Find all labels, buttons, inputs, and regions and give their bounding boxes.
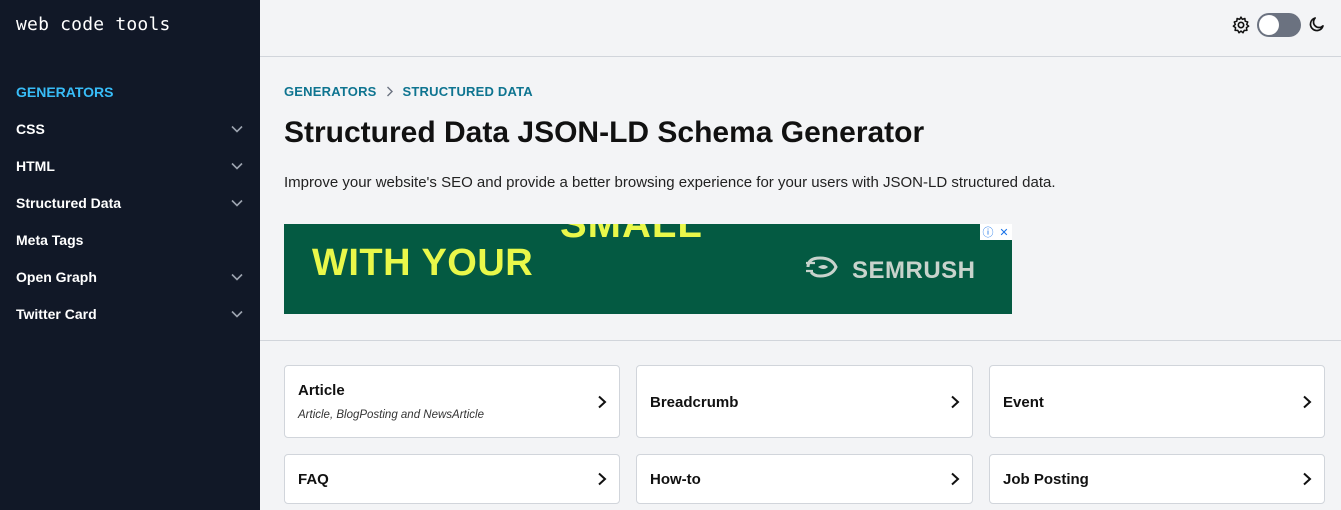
- card-title: How-to: [650, 471, 701, 488]
- ad-info-icon[interactable]: ⓘ: [980, 224, 996, 240]
- semrush-logo-icon: [806, 255, 846, 286]
- top-bar: [260, 0, 1341, 57]
- sidebar-item-css[interactable]: CSS: [0, 110, 260, 147]
- card-title: Breadcrumb: [650, 394, 739, 411]
- breadcrumb: GENERATORS STRUCTURED DATA: [284, 84, 533, 99]
- card-how-to[interactable]: How-to: [636, 454, 973, 504]
- ad-close-icon[interactable]: ✕: [996, 224, 1012, 240]
- card-faq[interactable]: FAQ: [284, 454, 620, 504]
- sidebar-item-meta-tags[interactable]: Meta Tags: [0, 221, 260, 258]
- theme-toggle[interactable]: [1257, 13, 1301, 37]
- sidebar-item-label: HTML: [16, 157, 55, 174]
- chevron-right-icon: [1300, 395, 1314, 409]
- chevron-right-icon: [386, 86, 394, 97]
- sidebar-nav: CSS HTML Structured Data Meta Tags Open …: [0, 110, 260, 332]
- ad-headline: WITH YOUR: [312, 242, 534, 284]
- card-job-posting[interactable]: Job Posting: [989, 454, 1325, 504]
- chevron-right-icon: [595, 395, 609, 409]
- breadcrumb-item-generators[interactable]: GENERATORS: [284, 84, 377, 99]
- chevron-down-icon: [230, 122, 244, 136]
- toggle-knob: [1259, 15, 1279, 35]
- chevron-right-icon: [948, 395, 962, 409]
- sidebar: web code tools GENERATORS CSS HTML Struc…: [0, 0, 260, 510]
- chevron-right-icon: [595, 472, 609, 486]
- page-description: Improve your website's SEO and provide a…: [284, 174, 1056, 191]
- page-title: Structured Data JSON-LD Schema Generator: [284, 116, 925, 149]
- card-subtitle: Article, BlogPosting and NewsArticle: [298, 409, 484, 421]
- card-title: Job Posting: [1003, 471, 1089, 488]
- section-divider: [260, 340, 1341, 341]
- chevron-down-icon: [230, 196, 244, 210]
- sidebar-section-label: GENERATORS: [16, 84, 114, 100]
- sidebar-item-html[interactable]: HTML: [0, 147, 260, 184]
- card-event[interactable]: Event: [989, 365, 1325, 438]
- advertisement-banner[interactable]: SMALL WITH YOUR SEMRUSH ⓘ ✕: [284, 224, 1012, 314]
- chevron-right-icon: [948, 472, 962, 486]
- ad-brand: SEMRUSH: [806, 255, 976, 286]
- site-logo[interactable]: web code tools: [16, 14, 171, 35]
- card-title: Event: [1003, 394, 1044, 411]
- card-title: FAQ: [298, 471, 329, 488]
- ad-brand-label: SEMRUSH: [852, 256, 976, 284]
- card-article[interactable]: Article Article, BlogPosting and NewsArt…: [284, 365, 620, 438]
- chevron-down-icon: [230, 270, 244, 284]
- gear-icon[interactable]: [1231, 15, 1251, 35]
- card-breadcrumb[interactable]: Breadcrumb: [636, 365, 973, 438]
- sidebar-item-open-graph[interactable]: Open Graph: [0, 258, 260, 295]
- sidebar-item-label: Open Graph: [16, 268, 97, 285]
- card-title: Article: [298, 382, 345, 399]
- ad-headline-top: SMALL: [560, 224, 703, 246]
- sidebar-item-twitter-card[interactable]: Twitter Card: [0, 295, 260, 332]
- chevron-right-icon: [1300, 472, 1314, 486]
- sidebar-item-structured-data[interactable]: Structured Data: [0, 184, 260, 221]
- chevron-down-icon: [230, 159, 244, 173]
- ad-badges: ⓘ ✕: [980, 224, 1012, 240]
- sidebar-item-label: CSS: [16, 120, 45, 137]
- breadcrumb-item-structured-data[interactable]: STRUCTURED DATA: [403, 84, 533, 99]
- sidebar-item-label: Structured Data: [16, 194, 122, 211]
- sidebar-item-label: Twitter Card: [16, 305, 97, 322]
- moon-icon: [1308, 15, 1328, 35]
- sidebar-item-label: Meta Tags: [16, 231, 84, 248]
- chevron-down-icon: [230, 307, 244, 321]
